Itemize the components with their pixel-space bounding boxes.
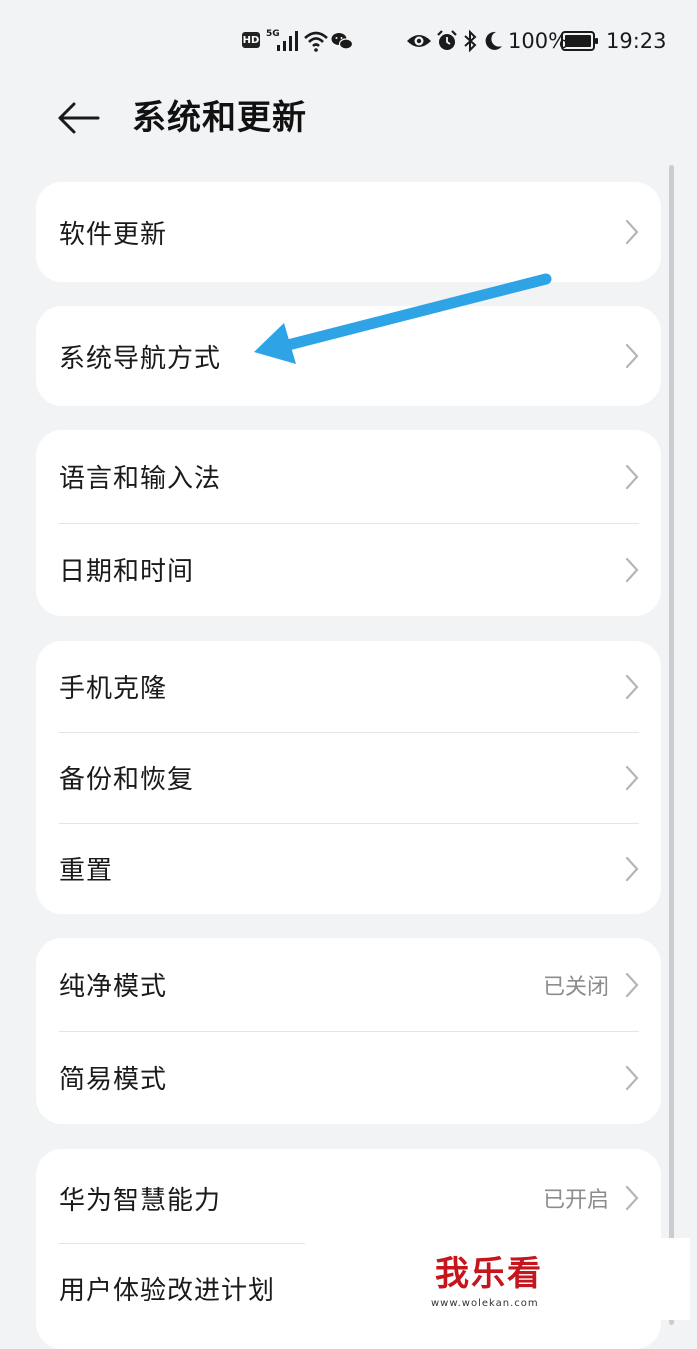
chevron-right-icon bbox=[625, 972, 639, 997]
row-pure-mode[interactable]: 纯净模式 已关闭 bbox=[36, 938, 661, 1031]
bluetooth-icon bbox=[462, 26, 478, 56]
row-label: 软件更新 bbox=[59, 219, 168, 250]
row-language-input[interactable]: 语言和输入法 bbox=[36, 430, 661, 523]
chevron-right-icon bbox=[625, 464, 639, 489]
row-huawei-intelligence[interactable]: 华为智慧能力 已开启 bbox=[36, 1149, 661, 1247]
page-title: 系统和更新 bbox=[132, 98, 307, 138]
row-backup-restore[interactable]: 备份和恢复 bbox=[36, 732, 661, 823]
status-value: 已开启 bbox=[542, 1188, 609, 1213]
row-label: 重置 bbox=[59, 856, 114, 886]
hd-badge: HD bbox=[242, 32, 260, 48]
row-label: 纯净模式 bbox=[59, 972, 168, 1002]
clock: 19:23 bbox=[606, 29, 667, 53]
battery-icon bbox=[561, 26, 599, 56]
row-reset[interactable]: 重置 bbox=[36, 823, 661, 914]
chevron-right-icon bbox=[625, 856, 639, 881]
signal-icon bbox=[276, 26, 300, 56]
back-button[interactable] bbox=[56, 96, 102, 140]
chevron-right-icon bbox=[625, 219, 639, 245]
status-value: 已关闭 bbox=[542, 974, 609, 1000]
card-system-navigation: 系统导航方式 bbox=[36, 306, 661, 406]
chevron-right-icon bbox=[625, 1185, 639, 1211]
row-label: 华为智慧能力 bbox=[59, 1185, 222, 1216]
watermark-url: www.wolekan.com bbox=[431, 1298, 539, 1309]
row-label: 系统导航方式 bbox=[59, 343, 222, 374]
battery-percent: 100% bbox=[508, 29, 569, 53]
moon-icon bbox=[483, 26, 503, 56]
row-label: 语言和输入法 bbox=[59, 464, 222, 494]
card-language-date: 语言和输入法 日期和时间 bbox=[36, 430, 661, 616]
chevron-right-icon bbox=[625, 557, 639, 582]
scrollbar[interactable] bbox=[669, 165, 674, 1325]
card-clone-backup-reset: 手机克隆 备份和恢复 重置 bbox=[36, 641, 661, 914]
row-software-update[interactable]: 软件更新 bbox=[36, 182, 661, 282]
row-simple-mode[interactable]: 简易模式 bbox=[36, 1031, 661, 1124]
card-pure-simple-mode: 纯净模式 已关闭 简易模式 bbox=[36, 938, 661, 1124]
chevron-right-icon bbox=[625, 1065, 639, 1090]
card-software-update: 软件更新 bbox=[36, 182, 661, 282]
chevron-right-icon bbox=[625, 343, 639, 369]
row-phone-clone[interactable]: 手机克隆 bbox=[36, 641, 661, 732]
watermark-text: 我乐看 bbox=[435, 1254, 543, 1294]
watermark: 我乐看 www.wolekan.com bbox=[305, 1238, 690, 1320]
chevron-right-icon bbox=[625, 674, 639, 699]
wifi-icon bbox=[303, 26, 329, 56]
row-system-navigation[interactable]: 系统导航方式 bbox=[36, 306, 661, 406]
row-label: 备份和恢复 bbox=[59, 765, 195, 795]
row-label: 用户体验改进计划 bbox=[59, 1275, 276, 1306]
row-date-time[interactable]: 日期和时间 bbox=[36, 523, 661, 616]
back-arrow-icon bbox=[58, 102, 100, 134]
eye-icon bbox=[406, 26, 432, 56]
row-label: 手机克隆 bbox=[59, 674, 168, 704]
alarm-icon bbox=[436, 26, 458, 56]
wechat-icon bbox=[331, 26, 353, 56]
row-label: 简易模式 bbox=[59, 1065, 168, 1095]
status-bar: HD 5G 100% 19:23 bbox=[0, 0, 697, 80]
chevron-right-icon bbox=[625, 765, 639, 790]
row-label: 日期和时间 bbox=[59, 557, 195, 587]
